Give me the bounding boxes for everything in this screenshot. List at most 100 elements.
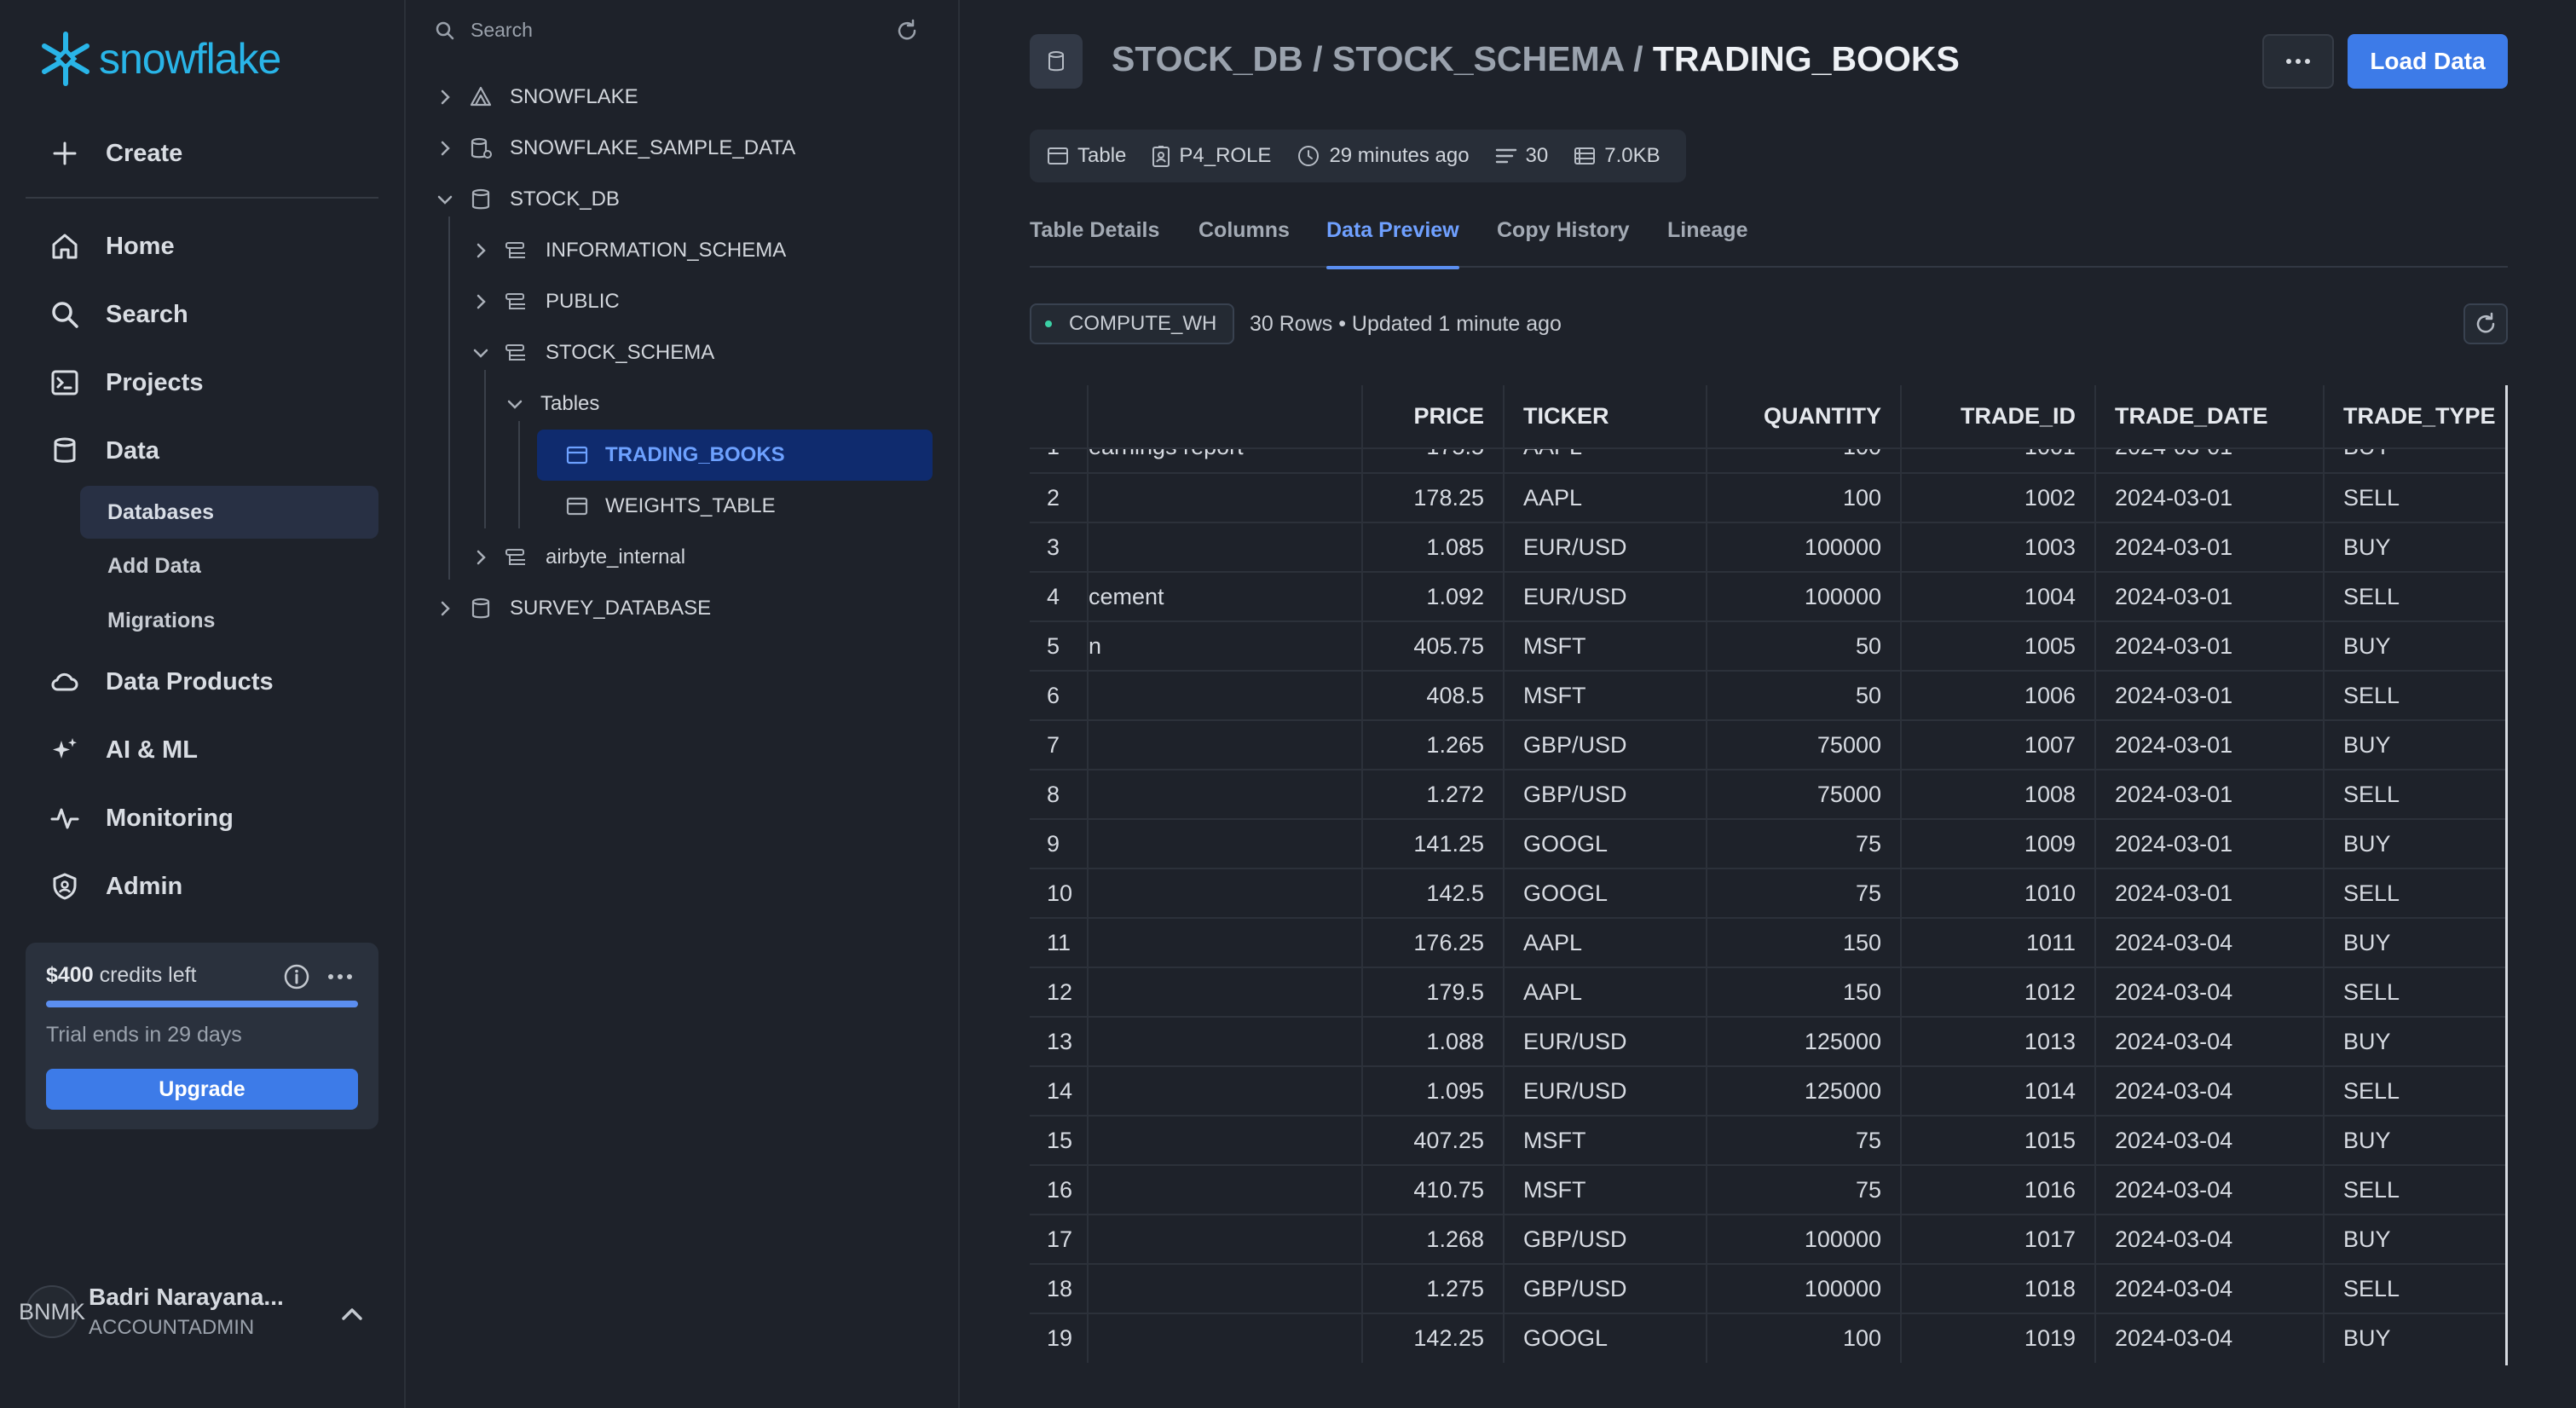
column-header-trade-id[interactable]: TRADE_ID: [1901, 385, 2096, 448]
tree-item-stock-schema[interactable]: STOCK_SCHEMA: [472, 331, 714, 375]
cell-price: 1.268: [1362, 1214, 1505, 1264]
snowflake-logo[interactable]: snowflake: [38, 31, 281, 87]
cell-price: 1.272: [1362, 769, 1505, 819]
cell-trade-id: 1007: [1901, 719, 2096, 770]
table-row[interactable]: 3 1.085 EUR/USD 100000 1003 2024-03-01 BUY: [1030, 522, 2505, 572]
breadcrumb-database[interactable]: STOCK_DB: [1112, 39, 1303, 78]
tree-item-airbyte-internal[interactable]: airbyte_internal: [472, 535, 685, 580]
database-icon: [469, 188, 493, 211]
table-row[interactable]: 10 142.5 GOOGL 75 1010 2024-03-01 SELL: [1030, 868, 2505, 918]
sidebar-item-migrations[interactable]: Migrations: [80, 594, 378, 647]
tab-data-preview[interactable]: Data Preview: [1326, 218, 1459, 269]
meta-size: 7.0KB: [1574, 144, 1661, 168]
cell-trade-date: 2024-03-01: [2095, 670, 2325, 720]
tree-item-snowflake[interactable]: SNOWFLAKE: [436, 75, 638, 119]
tree-item-weights-table[interactable]: WEIGHTS_TABLE: [551, 484, 776, 528]
table-row[interactable]: 9 141.25 GOOGL 75 1009 2024-03-01 BUY: [1030, 818, 2505, 868]
nav-item-search[interactable]: Search: [49, 299, 188, 330]
tree-item-snowflake-sample-data[interactable]: SNOWFLAKE_SAMPLE_DATA: [436, 126, 795, 170]
data-preview-table[interactable]: PRICE TICKER QUANTITY TRADE_ID TRADE_DAT…: [1030, 385, 2508, 1365]
tree-search-input[interactable]: Search: [435, 19, 533, 42]
meta-size-label: 7.0KB: [1604, 144, 1661, 167]
table-row[interactable]: 14 1.095 EUR/USD 125000 1014 2024-03-04 SELL: [1030, 1065, 2505, 1116]
nav-item-home[interactable]: Home: [49, 231, 175, 262]
cell-index: 8: [1030, 769, 1089, 819]
load-data-button[interactable]: Load Data: [2348, 34, 2508, 89]
cell-value: 1: [1047, 450, 1060, 459]
meta-rows: 30: [1495, 144, 1548, 168]
nav-item-data[interactable]: Data: [49, 436, 159, 466]
tab-table-details[interactable]: Table Details: [1030, 218, 1159, 268]
trial-text: Trial ends in 29 days: [46, 1023, 242, 1047]
column-header-quantity[interactable]: QUANTITY: [1707, 385, 1902, 448]
table-row[interactable]: 15 407.25 MSFT 75 1015 2024-03-04 BUY: [1030, 1115, 2505, 1165]
table-type-icon: [1030, 34, 1083, 89]
schema-icon: [505, 240, 528, 261]
preview-summary: 30 Rows • Updated 1 minute ago: [1250, 312, 1562, 336]
table-row[interactable]: 19 142.25 GOOGL 100 1019 2024-03-04 BUY: [1030, 1313, 2505, 1363]
column-header-index[interactable]: [1030, 385, 1089, 448]
column-header-trade-type[interactable]: TRADE_TYPE: [2324, 385, 2505, 448]
info-icon[interactable]: [283, 963, 310, 990]
warehouse-selector[interactable]: COMPUTE_WH: [1030, 303, 1234, 344]
breadcrumb-schema[interactable]: STOCK_SCHEMA: [1332, 39, 1624, 78]
tree-item-public[interactable]: PUBLIC: [472, 280, 620, 324]
warehouse-status-dot: [1045, 320, 1052, 327]
tab-copy-history[interactable]: Copy History: [1497, 218, 1630, 268]
tree-item-trading-books[interactable]: TRADING_BOOKS: [537, 430, 933, 481]
tree-item-survey-database[interactable]: SURVEY_DATABASE: [436, 586, 711, 631]
nav-item-monitoring[interactable]: Monitoring: [49, 803, 234, 834]
table-row[interactable]: 18 1.275 GBP/USD 100000 1018 2024-03-04 SELL: [1030, 1263, 2505, 1313]
tree-item-stock-db[interactable]: STOCK_DB: [436, 177, 620, 222]
chevron-up-icon[interactable]: [341, 1307, 363, 1321]
table-row[interactable]: 2 178.25 AAPL 100 1002 2024-03-01 SELL: [1030, 472, 2505, 522]
more-actions-button[interactable]: [2262, 34, 2334, 89]
cell-trade-type: BUY: [2324, 1016, 2505, 1066]
refresh-icon[interactable]: [895, 19, 919, 43]
column-header-price[interactable]: PRICE: [1362, 385, 1505, 448]
more-options-icon[interactable]: [327, 972, 353, 981]
brand-name: snowflake: [99, 35, 281, 83]
nav-item-admin[interactable]: Admin: [49, 871, 182, 902]
column-header-description[interactable]: [1088, 385, 1363, 448]
table-row[interactable]: 17 1.268 GBP/USD 100000 1017 2024-03-04 BUY: [1030, 1214, 2505, 1264]
table-row[interactable]: 12 179.5 AAPL 150 1012 2024-03-04 SELL: [1030, 967, 2505, 1017]
table-row[interactable]: 5 n 405.75 MSFT 50 1005 2024-03-01 BUY: [1030, 620, 2505, 671]
tree-item-tables-folder[interactable]: Tables: [506, 382, 599, 426]
cell-quantity: 50: [1707, 670, 1902, 720]
table-row[interactable]: 1 earnings report 175.5 AAPL 100 1001 20…: [1030, 447, 2505, 473]
credits-card: $400 credits left Trial ends in 29 days …: [26, 943, 378, 1129]
create-label: Create: [106, 139, 183, 167]
cell-trade-id: 1016: [1901, 1164, 2096, 1215]
column-header-trade-date[interactable]: TRADE_DATE: [2095, 385, 2325, 448]
tab-columns[interactable]: Columns: [1198, 218, 1290, 268]
shield-icon: [49, 871, 80, 902]
upgrade-button[interactable]: Upgrade: [46, 1069, 358, 1110]
nav-item-projects[interactable]: Projects: [49, 367, 203, 398]
table-row[interactable]: 8 1.272 GBP/USD 75000 1008 2024-03-01 SELL: [1030, 769, 2505, 819]
chevron-down-icon: [436, 193, 453, 205]
cell-index: 14: [1030, 1065, 1089, 1116]
table-icon: [566, 446, 588, 465]
table-row[interactable]: 13 1.088 EUR/USD 125000 1013 2024-03-04 BUY: [1030, 1016, 2505, 1066]
refresh-preview-button[interactable]: [2463, 303, 2508, 344]
table-row[interactable]: 16 410.75 MSFT 75 1016 2024-03-04 SELL: [1030, 1164, 2505, 1215]
cell-price: 405.75: [1362, 620, 1505, 671]
sidebar-item-databases[interactable]: Databases: [80, 486, 378, 539]
tree-label: PUBLIC: [546, 290, 620, 313]
create-button[interactable]: Create: [49, 138, 182, 169]
table-row[interactable]: 6 408.5 MSFT 50 1006 2024-03-01 SELL: [1030, 670, 2505, 720]
table-row[interactable]: 11 176.25 AAPL 150 1011 2024-03-04 BUY: [1030, 917, 2505, 967]
column-header-ticker[interactable]: TICKER: [1504, 385, 1707, 448]
sidebar-item-add-data[interactable]: Add Data: [80, 540, 378, 592]
table-row[interactable]: 4 cement 1.092 EUR/USD 100000 1004 2024-03-01 S…: [1030, 571, 2505, 621]
user-menu[interactable]: BNMK Badri Narayana... ACCOUNTADMIN: [19, 1284, 284, 1340]
tree-item-information-schema[interactable]: INFORMATION_SCHEMA: [472, 228, 786, 273]
nav-item-data-products[interactable]: Data Products: [49, 666, 274, 697]
nav-label-home: Home: [106, 232, 175, 260]
table-row[interactable]: 7 1.265 GBP/USD 75000 1007 2024-03-01 BUY: [1030, 719, 2505, 770]
cell-index: 4: [1030, 571, 1089, 621]
nav-item-ai-ml[interactable]: AI & ML: [49, 735, 198, 765]
tree-label: SNOWFLAKE: [510, 85, 638, 108]
tab-lineage[interactable]: Lineage: [1667, 218, 1747, 268]
